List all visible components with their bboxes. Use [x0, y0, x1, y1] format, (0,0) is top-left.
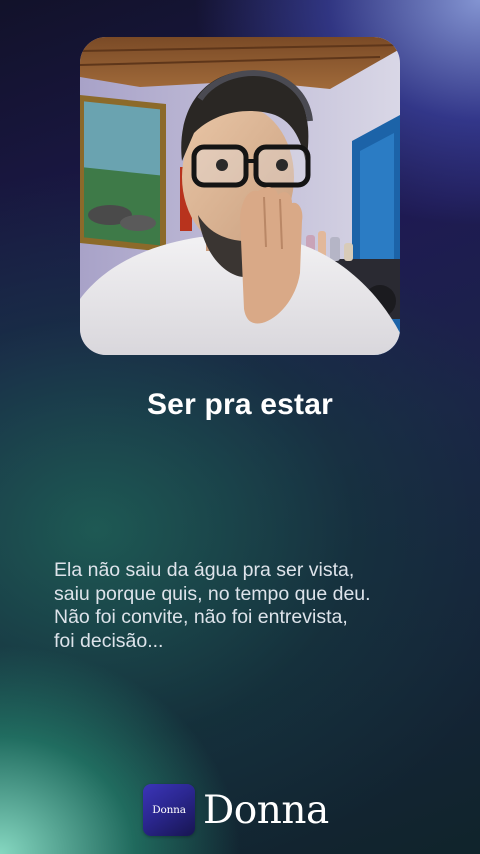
lyrics-line: Ela não saiu da água pra ser vista,: [54, 559, 355, 581]
app-icon: Donna: [143, 784, 195, 836]
brand-name: Donna: [203, 787, 329, 833]
lyrics-line: foi decisão...: [54, 629, 164, 652]
cover-art: [80, 37, 400, 355]
brand-logo: Donna Donna: [143, 784, 329, 836]
lyrics-text: Ela não saiu da água pra ser vista, saiu…: [54, 559, 454, 653]
app-icon-label: Donna: [152, 804, 186, 816]
person-portrait-photo: [80, 37, 400, 355]
song-title: Ser pra estar: [146, 388, 334, 421]
lyrics-line: Não foi convite, não foi entrevista,: [54, 606, 348, 628]
lyrics-line: saiu porque quis, no tempo que deu.: [54, 582, 371, 605]
